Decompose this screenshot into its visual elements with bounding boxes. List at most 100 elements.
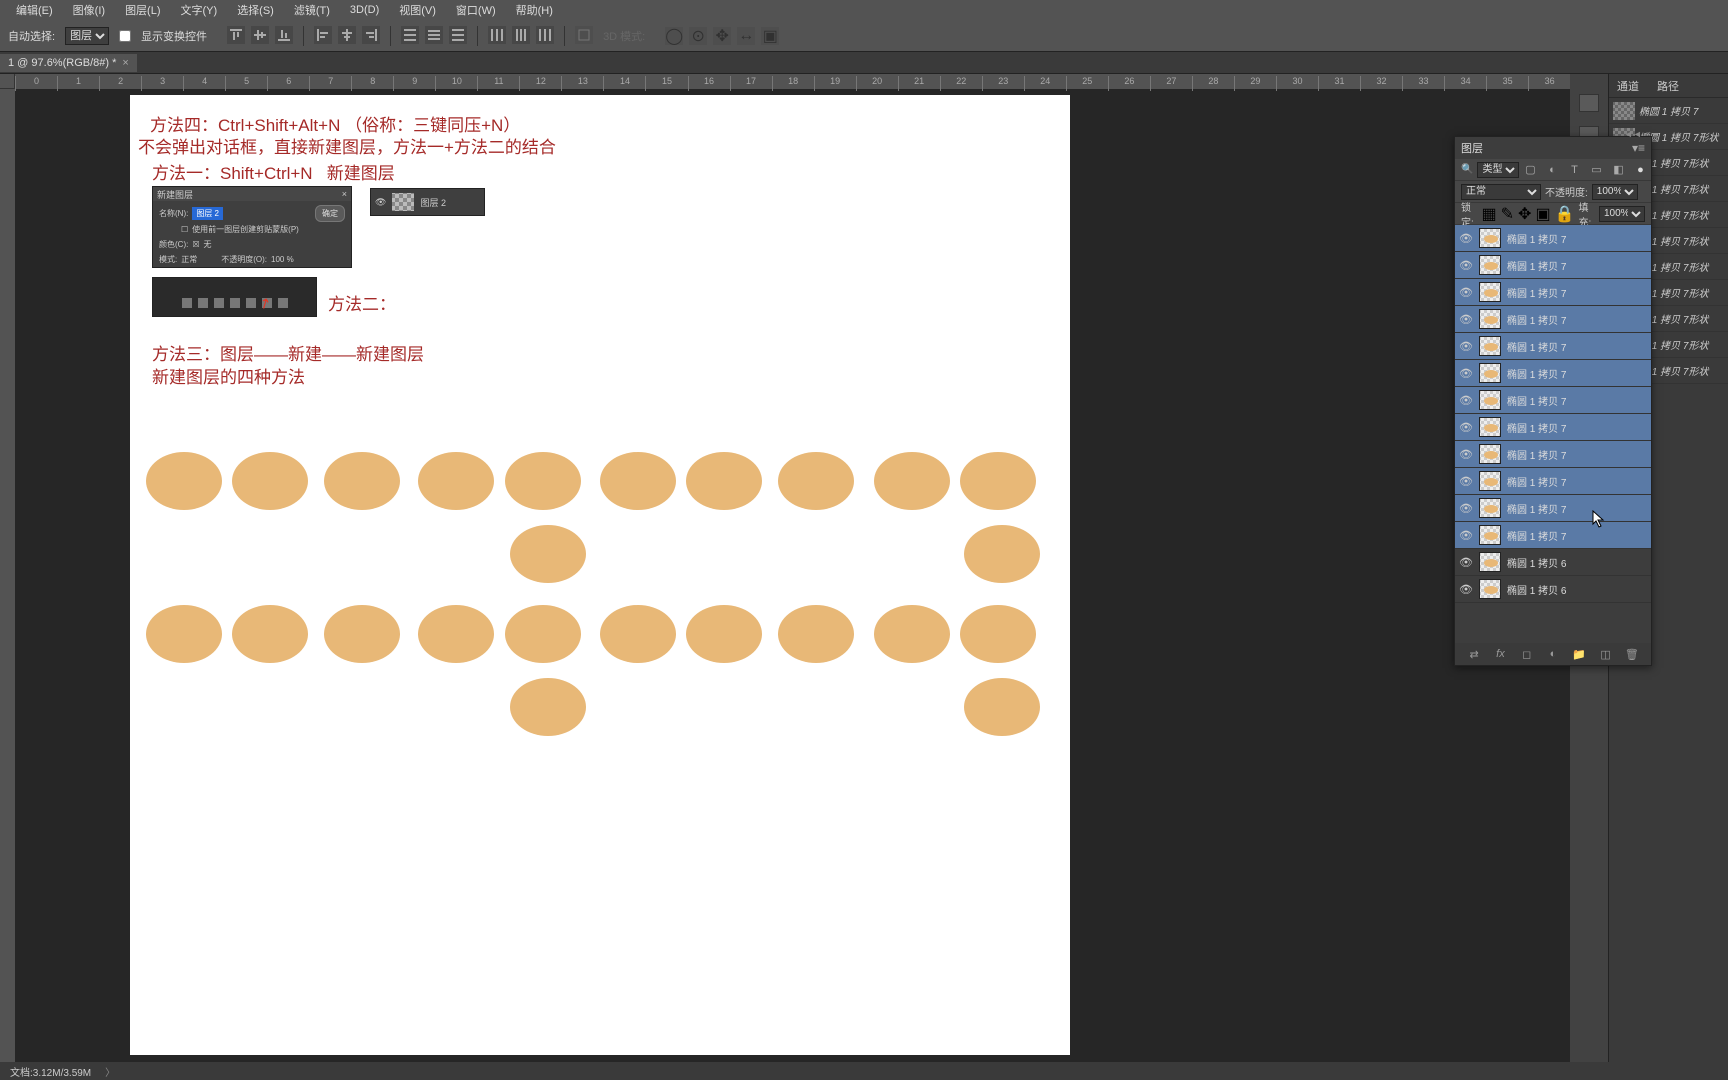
- visibility-icon[interactable]: 👁: [1459, 447, 1473, 461]
- ellipse-shape[interactable]: [418, 605, 494, 663]
- filter-pixel-icon[interactable]: ▢: [1523, 163, 1537, 177]
- layer-name[interactable]: 椭圆 1 拷贝 7: [1507, 447, 1566, 462]
- ellipse-shape[interactable]: [600, 605, 676, 663]
- ellipse-shape[interactable]: [964, 678, 1040, 736]
- new-layer-icon[interactable]: ◫: [1599, 647, 1613, 661]
- menu-type[interactable]: 文字(Y): [173, 0, 226, 20]
- align-vcenter-icon[interactable]: [251, 26, 269, 44]
- visibility-icon[interactable]: 👁: [1459, 366, 1473, 380]
- menu-filter[interactable]: 滤镜(T): [286, 0, 338, 20]
- layer-name[interactable]: 椭圆 1 拷贝 7: [1507, 366, 1566, 381]
- distribute-right-icon[interactable]: [536, 26, 554, 44]
- layer-row[interactable]: 👁 椭圆 1 拷贝 7: [1455, 522, 1651, 549]
- lock-all-icon[interactable]: 🔒: [1555, 204, 1575, 224]
- ellipse-shape[interactable]: [778, 452, 854, 510]
- lock-position-icon[interactable]: ✎: [1501, 204, 1514, 224]
- layer-list[interactable]: 👁 椭圆 1 拷贝 7👁 椭圆 1 拷贝 7👁 椭圆 1 拷贝 7👁 椭圆 1 …: [1455, 225, 1651, 643]
- layer-thumbnail[interactable]: [1479, 228, 1501, 248]
- layer-thumbnail[interactable]: [1479, 498, 1501, 518]
- mask-icon[interactable]: ◻: [1520, 647, 1534, 661]
- filter-type-icon[interactable]: T: [1567, 163, 1581, 177]
- blend-mode-dropdown[interactable]: 正常: [1461, 184, 1541, 200]
- menu-view[interactable]: 视图(V): [391, 0, 444, 20]
- visibility-icon[interactable]: 👁: [1459, 339, 1473, 353]
- bg-layer-row[interactable]: 椭圆 1 拷贝 7: [1609, 98, 1728, 124]
- ellipse-shape[interactable]: [778, 605, 854, 663]
- layer-name[interactable]: 椭圆 1 拷贝 7: [1507, 474, 1566, 489]
- align-hcenter-icon[interactable]: [338, 26, 356, 44]
- layer-thumbnail[interactable]: [1479, 255, 1501, 275]
- tab-channels[interactable]: 通道: [1609, 78, 1647, 94]
- layer-row[interactable]: 👁 椭圆 1 拷贝 7: [1455, 306, 1651, 333]
- layer-thumbnail[interactable]: [1479, 444, 1501, 464]
- auto-align-icon[interactable]: [575, 26, 593, 44]
- visibility-icon[interactable]: 👁: [1459, 231, 1473, 245]
- distribute-top-icon[interactable]: [401, 26, 419, 44]
- visibility-icon[interactable]: 👁: [1459, 420, 1473, 434]
- ellipse-shape[interactable]: [964, 525, 1040, 583]
- align-top-icon[interactable]: [227, 26, 245, 44]
- menu-3d[interactable]: 3D(D): [342, 2, 387, 18]
- filter-type-dropdown[interactable]: 类型: [1477, 162, 1519, 178]
- lock-artboard-icon[interactable]: ▣: [1535, 204, 1550, 224]
- ellipse-shape[interactable]: [146, 605, 222, 663]
- ellipse-shape[interactable]: [505, 605, 581, 663]
- ellipse-shape[interactable]: [232, 605, 308, 663]
- menu-edit[interactable]: 编辑(E): [8, 0, 61, 20]
- filter-toggle-icon[interactable]: ●: [1633, 163, 1647, 177]
- opacity-dropdown[interactable]: 100%: [1592, 184, 1638, 200]
- autoselect-dropdown[interactable]: 图层: [65, 27, 109, 45]
- layer-name[interactable]: 椭圆 1 拷贝 7: [1507, 528, 1566, 543]
- delete-layer-icon[interactable]: 🗑: [1625, 647, 1639, 661]
- lock-move-icon[interactable]: ✥: [1518, 204, 1531, 224]
- panel-icon[interactable]: [1579, 94, 1599, 112]
- layer-name[interactable]: 椭圆 1 拷贝 6: [1507, 555, 1566, 570]
- visibility-icon[interactable]: 👁: [1459, 393, 1473, 407]
- layer-row[interactable]: 👁 椭圆 1 拷贝 7: [1455, 252, 1651, 279]
- visibility-icon[interactable]: 👁: [1459, 258, 1473, 272]
- layer-name[interactable]: 椭圆 1 拷贝 7: [1507, 258, 1566, 273]
- layer-name[interactable]: 椭圆 1 拷贝 7: [1507, 420, 1566, 435]
- visibility-icon[interactable]: 👁: [1459, 582, 1473, 596]
- tab-paths[interactable]: 路径: [1649, 78, 1687, 94]
- filter-adjust-icon[interactable]: ◐: [1545, 163, 1559, 177]
- canvas-viewport[interactable]: 方法四：Ctrl+Shift+Alt+N （俗称：三键同压+N） 不会弹出对话框…: [15, 89, 1570, 1062]
- layer-thumbnail[interactable]: [1479, 390, 1501, 410]
- layer-thumbnail[interactable]: [1479, 579, 1501, 599]
- layer-row[interactable]: 👁 椭圆 1 拷贝 7: [1455, 387, 1651, 414]
- ellipse-shape[interactable]: [418, 452, 494, 510]
- layer-row[interactable]: 👁 椭圆 1 拷贝 7: [1455, 414, 1651, 441]
- show-transform-checkbox[interactable]: [119, 30, 131, 42]
- distribute-bottom-icon[interactable]: [449, 26, 467, 44]
- layer-thumbnail[interactable]: [1479, 336, 1501, 356]
- align-left-icon[interactable]: [314, 26, 332, 44]
- visibility-icon[interactable]: 👁: [1459, 312, 1473, 326]
- layer-thumbnail[interactable]: [1479, 525, 1501, 545]
- layer-thumbnail[interactable]: [1479, 417, 1501, 437]
- adjustment-icon[interactable]: ◐: [1546, 647, 1560, 661]
- ellipse-shape[interactable]: [874, 605, 950, 663]
- menu-image[interactable]: 图像(I): [65, 0, 113, 20]
- lock-pixels-icon[interactable]: ▦: [1482, 204, 1497, 224]
- layer-thumbnail[interactable]: [1479, 363, 1501, 383]
- visibility-icon[interactable]: 👁: [1459, 474, 1473, 488]
- ellipse-shape[interactable]: [324, 605, 400, 663]
- layer-name[interactable]: 椭圆 1 拷贝 7: [1507, 393, 1566, 408]
- link-layers-icon[interactable]: ⇄: [1467, 647, 1481, 661]
- layer-row[interactable]: 👁 椭圆 1 拷贝 6: [1455, 549, 1651, 576]
- ellipse-shape[interactable]: [600, 452, 676, 510]
- layer-thumbnail[interactable]: [1479, 552, 1501, 572]
- layer-name[interactable]: 椭圆 1 拷贝 7: [1507, 231, 1566, 246]
- align-bottom-icon[interactable]: [275, 26, 293, 44]
- layer-row[interactable]: 👁 椭圆 1 拷贝 7: [1455, 333, 1651, 360]
- layer-name[interactable]: 椭圆 1 拷贝 6: [1507, 582, 1566, 597]
- close-panel-icon[interactable]: ×: [1646, 129, 1651, 139]
- ellipse-shape[interactable]: [686, 605, 762, 663]
- visibility-icon[interactable]: 👁: [1459, 555, 1473, 569]
- document-tab[interactable]: 1 @ 97.6%(RGB/8#) * ×: [0, 54, 137, 72]
- ellipse-shape[interactable]: [960, 452, 1036, 510]
- ellipse-shape[interactable]: [510, 525, 586, 583]
- visibility-icon[interactable]: 👁: [1459, 285, 1473, 299]
- ellipse-shape[interactable]: [510, 678, 586, 736]
- ellipse-shape[interactable]: [505, 452, 581, 510]
